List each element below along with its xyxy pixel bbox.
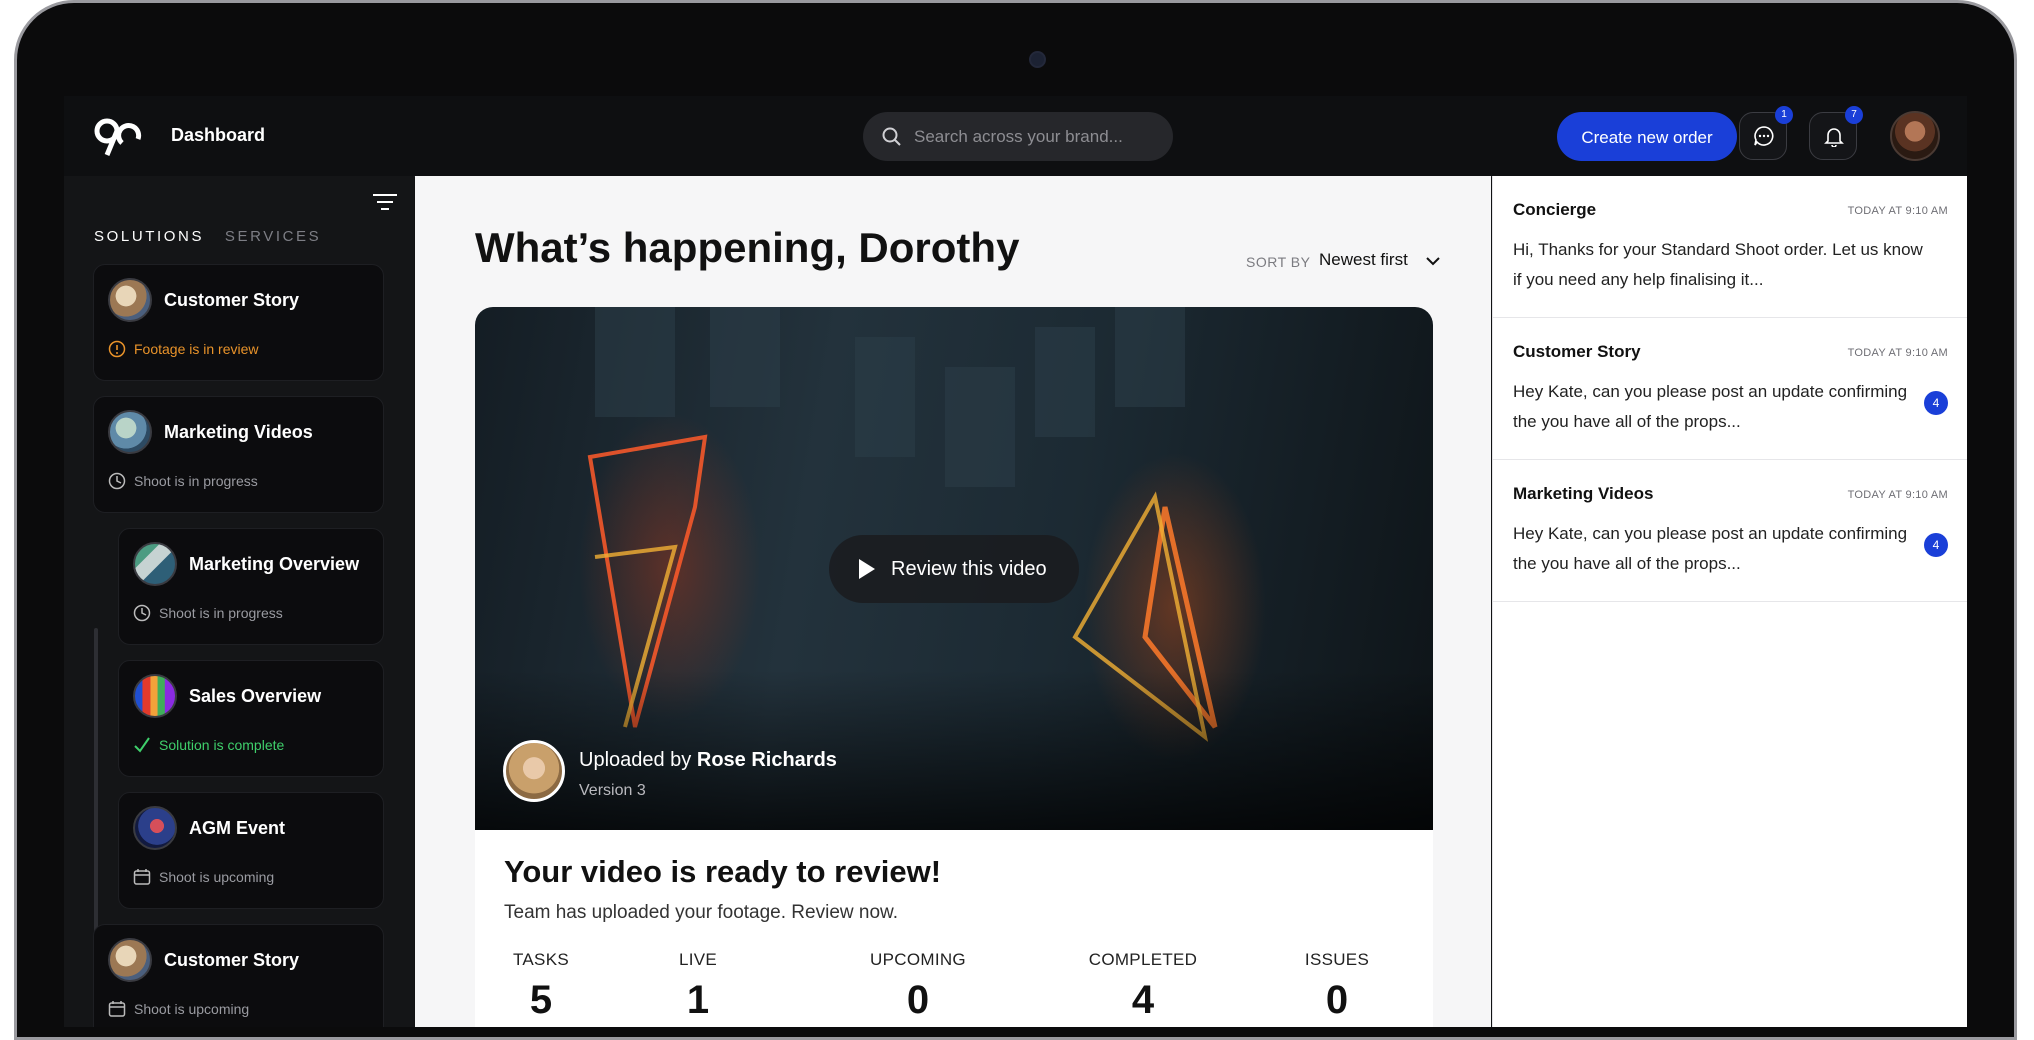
card-title: Marketing Videos — [164, 422, 313, 442]
unread-badge: 4 — [1924, 391, 1948, 415]
solution-card[interactable]: Customer Story Shoot is upcoming — [93, 924, 384, 1027]
card-title: Marketing Overview — [189, 554, 360, 574]
status-line: Solution is complete — [133, 736, 284, 754]
card-title: Customer Story — [164, 290, 300, 310]
user-avatar[interactable] — [1890, 111, 1940, 161]
sort-dropdown[interactable]: Newest first — [1319, 250, 1408, 270]
tab-services[interactable]: SERVICES — [225, 228, 321, 245]
search-icon — [882, 127, 901, 146]
thumbnail — [108, 938, 152, 982]
review-subtitle: Team has uploaded your footage. Review n… — [504, 902, 898, 923]
message-time: TODAY AT 9:10 AM — [1847, 205, 1948, 217]
sort-label: SORT BY — [1246, 254, 1311, 270]
thumbnail — [133, 674, 177, 718]
review-video-button[interactable]: Review this video — [829, 535, 1079, 603]
clock-icon — [108, 472, 126, 490]
status-line: Shoot is in progress — [108, 472, 258, 490]
solution-card[interactable]: Sales Overview Solution is complete — [118, 660, 384, 777]
app-screen: Dashboard Create new order 1 7 — [64, 96, 1967, 1027]
greeting-heading: What’s happening, Dorothy — [475, 224, 1020, 271]
stat-live: LIVE 1 — [678, 950, 718, 1022]
search-box[interactable] — [863, 112, 1173, 161]
status-line: Footage is in review — [108, 340, 259, 358]
messages-panel: Concierge TODAY AT 9:10 AM Hi, Thanks fo… — [1492, 176, 1967, 1027]
messages-count-badge: 1 — [1775, 106, 1793, 124]
uploader-avatar — [503, 740, 565, 802]
card-title: Sales Overview — [189, 686, 322, 706]
message-title: Concierge — [1513, 200, 1597, 219]
clock-icon — [133, 604, 151, 622]
search-input[interactable] — [912, 124, 1156, 150]
check-icon — [134, 737, 150, 753]
alert-icon — [108, 340, 126, 358]
thumbnail — [108, 278, 152, 322]
message-item[interactable]: Concierge TODAY AT 9:10 AM Hi, Thanks fo… — [1493, 176, 1967, 318]
card-title: Customer Story — [164, 950, 300, 970]
solution-card[interactable]: Marketing Videos Shoot is in progress — [93, 396, 384, 513]
status-text: Footage is in review — [134, 341, 259, 357]
chevron-down-icon[interactable] — [1425, 256, 1441, 266]
status-text: Shoot is in progress — [134, 473, 258, 489]
tab-solutions[interactable]: SOLUTIONS — [94, 228, 204, 245]
message-item[interactable]: Marketing Videos TODAY AT 9:10 AM Hey Ka… — [1493, 460, 1967, 602]
filter-icon[interactable] — [372, 192, 398, 212]
solution-card[interactable]: Marketing Overview Shoot is in progress — [118, 528, 384, 645]
message-time: TODAY AT 9:10 AM — [1847, 489, 1948, 501]
message-item[interactable]: Customer Story TODAY AT 9:10 AM Hey Kate… — [1493, 318, 1967, 460]
status-text: Solution is complete — [159, 737, 285, 753]
uploader-name: Rose Richards — [696, 749, 837, 771]
thumbnail — [108, 410, 152, 454]
message-body: Hey Kate, can you please post an update … — [1513, 382, 1908, 431]
main-content: What’s happening, Dorothy SORT BY Newest… — [415, 176, 1491, 1027]
messages-button[interactable]: 1 — [1739, 106, 1793, 160]
video-preview[interactable]: Review this video Uploaded by Rose Richa… — [475, 307, 1433, 830]
chat-icon — [1754, 126, 1774, 146]
solution-card[interactable]: Customer Story Footage is in review — [93, 264, 384, 381]
review-video-label: Review this video — [891, 557, 1047, 580]
brand-logo-icon[interactable] — [92, 115, 144, 157]
uploaded-by: Uploaded by Rose Richards — [579, 749, 837, 771]
stat-issues: ISSUES 0 — [1304, 950, 1370, 1022]
version-label: Version 3 — [579, 782, 646, 799]
stat-tasks: TASKS 5 — [513, 950, 569, 1022]
calendar-icon — [133, 869, 151, 885]
card-title: AGM Event — [189, 818, 286, 838]
stat-upcoming: UPCOMING 0 — [870, 950, 966, 1022]
message-title: Customer Story — [1513, 342, 1641, 361]
calendar-icon — [108, 1001, 126, 1017]
camera-icon — [1029, 51, 1046, 68]
message-time: TODAY AT 9:10 AM — [1847, 347, 1948, 359]
review-title: Your video is ready to review! — [504, 854, 942, 889]
message-title: Marketing Videos — [1513, 484, 1654, 503]
unread-badge: 4 — [1924, 533, 1948, 557]
notifications-count-badge: 7 — [1845, 106, 1863, 124]
thumbnail — [133, 542, 177, 586]
message-body: Hi, Thanks for your Standard Shoot order… — [1513, 240, 1923, 289]
sidebar: SOLUTIONS SERVICES Customer Story Footag… — [64, 176, 414, 1027]
status-line: Shoot is in progress — [133, 604, 283, 622]
message-body: Hey Kate, can you please post an update … — [1513, 524, 1908, 573]
status-line: Shoot is upcoming — [133, 868, 274, 886]
status-text: Shoot is upcoming — [159, 869, 275, 885]
create-new-order-button[interactable]: Create new order — [1557, 112, 1737, 161]
solution-card[interactable]: AGM Event Shoot is upcoming — [118, 792, 384, 909]
status-text: Shoot is upcoming — [134, 1001, 250, 1017]
bell-icon — [1824, 128, 1844, 147]
sidebar-tabs: SOLUTIONS SERVICES — [94, 228, 321, 245]
page-title: Dashboard — [171, 125, 266, 145]
top-bar: Dashboard Create new order 1 7 — [64, 96, 1967, 177]
status-text: Shoot is in progress — [159, 605, 283, 621]
play-icon — [859, 559, 875, 579]
review-card: Your video is ready to review! Team has … — [475, 830, 1433, 1027]
status-line: Shoot is upcoming — [108, 1000, 249, 1018]
thumbnail — [133, 806, 177, 850]
stat-completed: COMPLETED 4 — [1088, 950, 1198, 1022]
notifications-button[interactable]: 7 — [1809, 106, 1863, 160]
